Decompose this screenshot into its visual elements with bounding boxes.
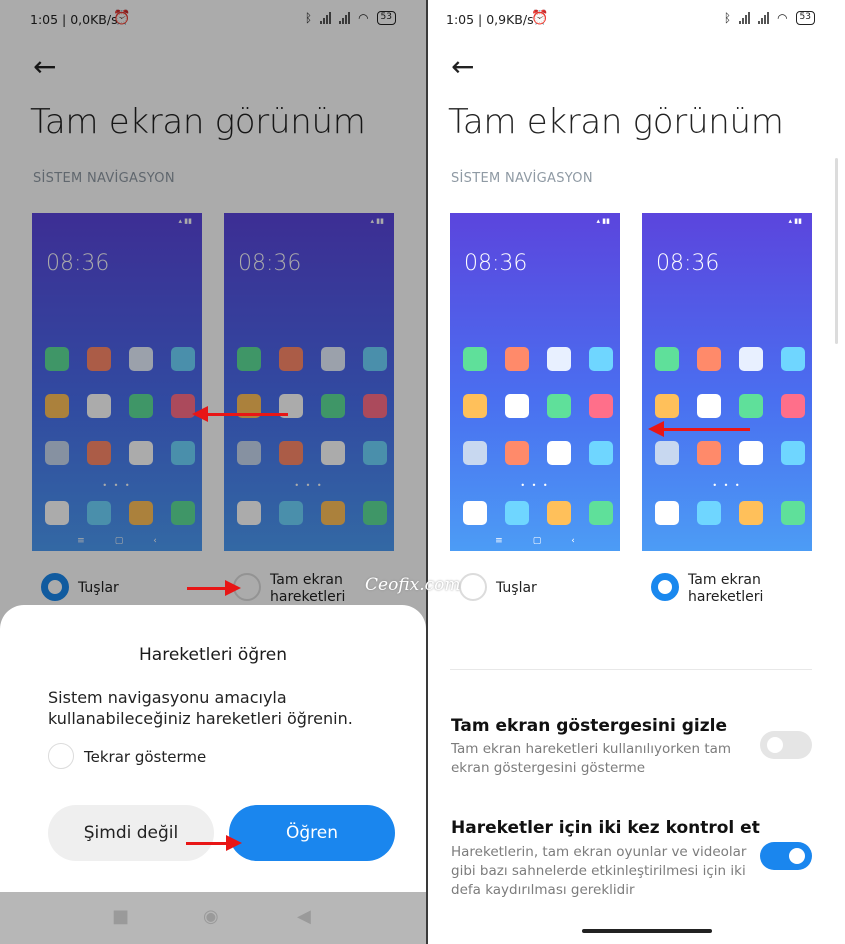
app-icon — [655, 441, 679, 465]
preview-status-icons: ▴ ▮▮ — [788, 217, 802, 225]
hide-indicator-description: Tam ekran hareketleri kullanılıyorken ta… — [451, 741, 732, 776]
home-key-icon[interactable]: ◉ — [203, 906, 219, 927]
app-icon — [463, 347, 487, 371]
app-icon — [697, 441, 721, 465]
dock-app-icon — [589, 501, 613, 525]
home-indicator[interactable] — [582, 929, 712, 933]
toggle-knob — [789, 848, 805, 864]
wifi-icon: ◠ — [777, 11, 788, 25]
preview-clock: 08:36 — [464, 251, 528, 276]
dialog-title: Hareketleri öğren — [139, 645, 287, 665]
alarm-clock-icon: ⏰ — [531, 10, 549, 26]
app-icon — [697, 347, 721, 371]
scroll-indicator[interactable] — [835, 158, 838, 344]
app-icon — [589, 347, 613, 371]
app-icon — [589, 394, 613, 418]
preview-buttons-phone[interactable]: ▴ ▮▮ 08:36 • • • ≡ ▢ ‹ — [450, 213, 620, 551]
bluetooth-icon: ᛒ — [723, 11, 732, 25]
right-screen: 1:05 | 0,9KB/s ⏰ ᛒ ◠ 53 ← Tam ekran görü… — [428, 0, 845, 944]
app-icon — [463, 394, 487, 418]
dock-app-icon — [463, 501, 487, 525]
dock-app-icon — [697, 501, 721, 525]
app-icon — [697, 394, 721, 418]
preview-gestures-phone[interactable]: ▴ ▮▮ 08:36 • • • — [642, 213, 812, 551]
app-icon — [781, 394, 805, 418]
watermark: Ceofix.com — [365, 575, 461, 595]
battery-icon: 53 — [795, 11, 815, 25]
annotation-arrow-icon — [648, 421, 750, 437]
preview-app-grid — [463, 347, 613, 465]
radio-fullscreen-label: Tam ekran hareketleri — [688, 572, 764, 605]
app-icon — [739, 394, 763, 418]
dock-app-icon — [505, 501, 529, 525]
double-check-title: Hareketler için iki kez kontrol et — [451, 818, 760, 838]
cell-signal-icon-2 — [758, 12, 770, 24]
page-dots: • • • — [712, 481, 742, 490]
app-icon — [547, 347, 571, 371]
app-icon — [463, 441, 487, 465]
recents-key-icon[interactable]: ■ — [112, 906, 129, 927]
preview-nav-keys: ≡ ▢ ‹ — [495, 536, 575, 546]
back-arrow-icon[interactable]: ← — [451, 50, 474, 83]
annotation-arrow-icon — [192, 406, 288, 422]
toggle-knob — [767, 737, 783, 753]
learn-gestures-dialog: Hareketleri öğren Sistem navigasyonu ama… — [0, 605, 426, 892]
dock-app-icon — [547, 501, 571, 525]
app-icon — [655, 394, 679, 418]
app-icon — [505, 394, 529, 418]
dialog-description: Sistem navigasyonu amacıyla kullanabilec… — [48, 688, 353, 728]
dont-show-again-checkbox[interactable] — [48, 743, 74, 769]
preview-clock: 08:36 — [656, 251, 720, 276]
system-nav-bar: ■ ◉ ◀ — [0, 892, 426, 944]
annotation-arrow-icon — [186, 835, 242, 851]
app-icon — [739, 441, 763, 465]
radio-buttons-option[interactable] — [459, 573, 487, 601]
learn-button[interactable]: Öğren — [229, 805, 395, 861]
back-key-icon[interactable]: ◀ — [297, 906, 311, 927]
preview-app-grid — [655, 347, 805, 465]
settings-divider — [450, 669, 812, 670]
status-time: 1:05 | 0,9KB/s — [446, 12, 534, 27]
dock-app-icon — [655, 501, 679, 525]
app-icon — [547, 394, 571, 418]
cell-signal-icon — [739, 12, 751, 24]
app-icon — [505, 441, 529, 465]
radio-buttons-label: Tuşlar — [496, 580, 537, 596]
app-icon — [655, 347, 679, 371]
app-icon — [589, 441, 613, 465]
section-label: SİSTEM NAVİGASYON — [451, 171, 593, 186]
double-check-description: Hareketlerin, tam ekran oyunlar ve video… — [451, 844, 747, 898]
radio-fullscreen-option[interactable] — [651, 573, 679, 601]
not-now-button[interactable]: Şimdi değil — [48, 805, 214, 861]
preview-dock — [463, 501, 613, 525]
left-screen: 1:05 | 0,0KB/s ⏰ ᛒ ◠ 53 ← Tam ekran görü… — [0, 0, 426, 944]
page-title: Tam ekran görünüm — [448, 102, 784, 142]
hide-indicator-title: Tam ekran göstergesini gizle — [451, 716, 727, 736]
app-icon — [739, 347, 763, 371]
app-icon — [547, 441, 571, 465]
app-icon — [781, 347, 805, 371]
dont-show-again-label: Tekrar gösterme — [84, 748, 207, 766]
status-bar: 1:05 | 0,9KB/s ⏰ ᛒ ◠ 53 — [428, 10, 845, 30]
preview-status-icons: ▴ ▮▮ — [596, 217, 610, 225]
page-dots: • • • — [520, 481, 550, 490]
double-check-toggle[interactable] — [760, 842, 812, 870]
app-icon — [781, 441, 805, 465]
dock-app-icon — [781, 501, 805, 525]
annotation-arrow-icon — [187, 580, 241, 596]
hide-indicator-toggle[interactable] — [760, 731, 812, 759]
preview-dock — [655, 501, 805, 525]
dock-app-icon — [739, 501, 763, 525]
app-icon — [505, 347, 529, 371]
